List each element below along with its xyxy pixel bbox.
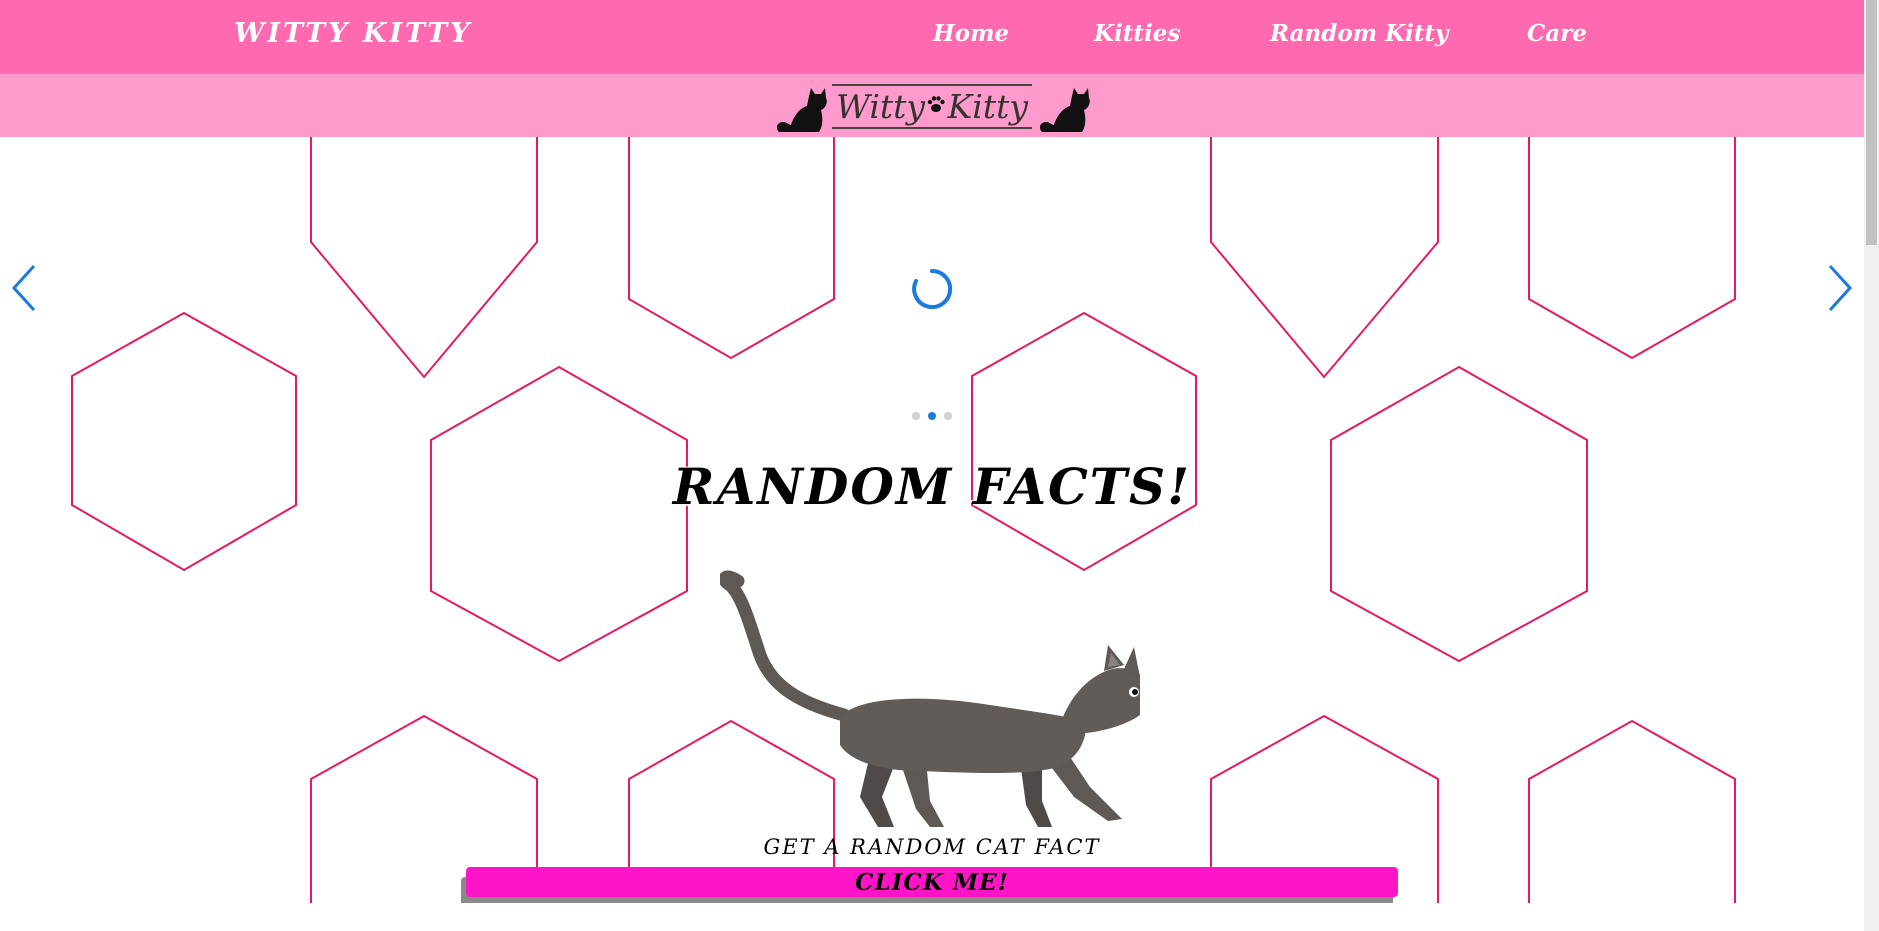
vertical-scrollbar[interactable]: [1864, 0, 1879, 931]
nav-link-random-kitty[interactable]: Random Kitty: [1270, 20, 1448, 47]
page-bottom-strip: [0, 903, 1864, 931]
top-navbar: WITTY KITTY Home Kitties Random Kitty Ca…: [0, 0, 1864, 74]
carousel-indicators: [912, 412, 952, 420]
page-title: RANDOM FACTS!: [672, 457, 1192, 516]
chevron-right-icon[interactable]: [1826, 264, 1854, 312]
nav-link-kitties[interactable]: Kitties: [1094, 20, 1180, 47]
logo-word-kitty: Kitty: [947, 87, 1028, 126]
random-fact-subheading: GET A RANDOM CAT FACT: [763, 835, 1101, 859]
scrollbar-thumb[interactable]: [1866, 0, 1877, 245]
page: WITTY KITTY Home Kitties Random Kitty Ca…: [0, 0, 1879, 931]
hero-carousel: RANDOM FACTS! GET A RANDOM CAT FACT CLIC…: [0, 137, 1864, 903]
walking-cat-illustration: [720, 570, 1140, 827]
nav-link-care[interactable]: Care: [1527, 20, 1587, 47]
logo-band: Witty Kitty: [0, 74, 1864, 137]
chevron-left-icon[interactable]: [10, 264, 38, 312]
carousel-dot-2[interactable]: [928, 412, 936, 420]
carousel-dot-3[interactable]: [944, 412, 952, 420]
logo-wordmark: Witty Kitty: [832, 84, 1032, 129]
nav-link-home[interactable]: Home: [933, 20, 1009, 47]
cat-silhouette-icon: [776, 88, 827, 132]
spinner-icon: [912, 268, 953, 309]
cat-silhouette-icon: [1039, 88, 1090, 132]
carousel-dot-1[interactable]: [912, 412, 920, 420]
paw-icon: [926, 94, 946, 120]
click-me-button[interactable]: CLICK ME!: [466, 867, 1398, 897]
brand-name[interactable]: WITTY KITTY: [234, 18, 472, 49]
logo-word-witty: Witty: [836, 87, 926, 126]
